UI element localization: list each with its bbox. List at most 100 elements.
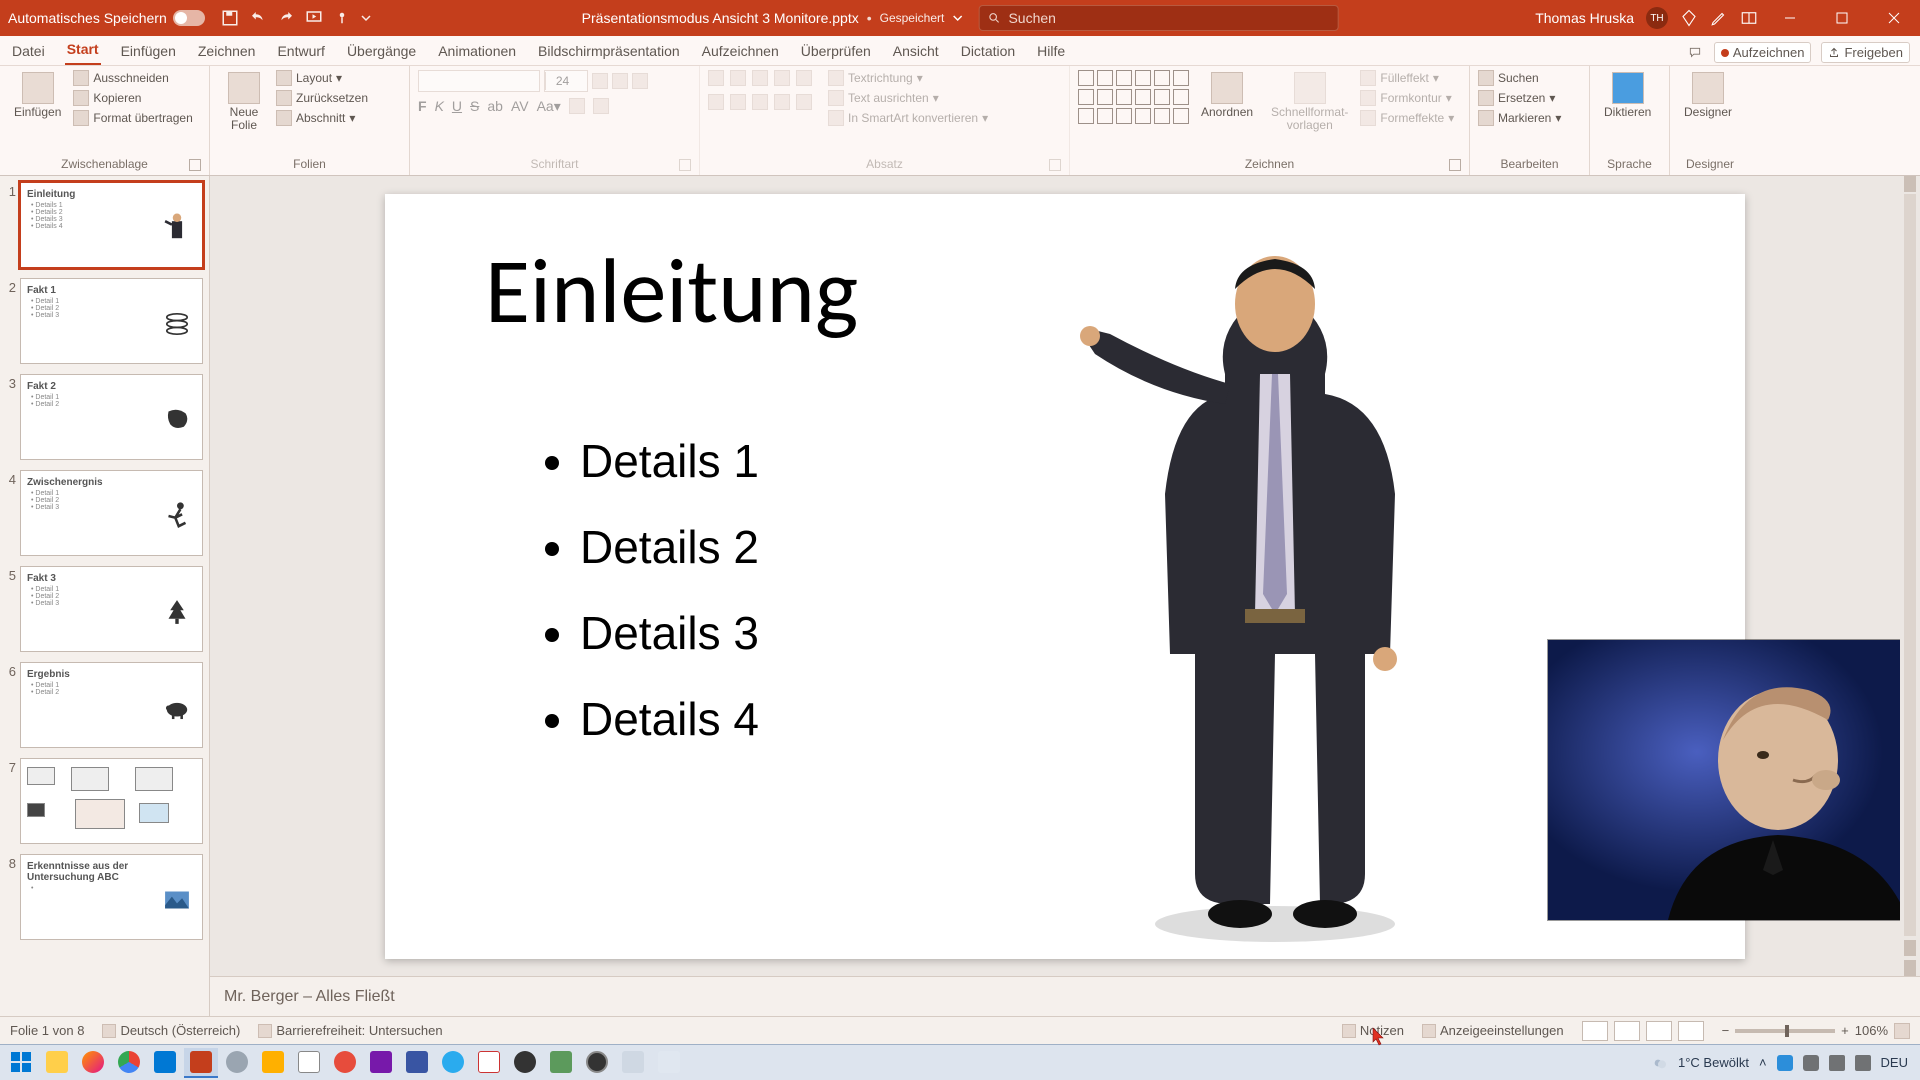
tray-app-icon[interactable]: [1803, 1055, 1819, 1071]
taskbar-app-6[interactable]: [508, 1048, 542, 1078]
taskbar-app-7[interactable]: [544, 1048, 578, 1078]
tab-aufzeichnen[interactable]: Aufzeichnen: [700, 37, 781, 65]
clear-format-icon[interactable]: [632, 73, 648, 89]
document-title[interactable]: Präsentationsmodus Ansicht 3 Monitore.pp…: [582, 10, 963, 26]
dictate-button[interactable]: Diktieren: [1598, 70, 1657, 121]
italic-button[interactable]: K: [435, 98, 444, 115]
user-avatar[interactable]: TH: [1646, 7, 1668, 29]
tab-einfuegen[interactable]: Einfügen: [119, 37, 178, 65]
diamond-icon[interactable]: [1680, 9, 1698, 27]
slide-bullet[interactable]: Details 2: [580, 520, 759, 574]
slide-bullet[interactable]: Details 3: [580, 606, 759, 660]
shape-outline-button[interactable]: Formkontur▾: [1360, 90, 1454, 106]
maximize-button[interactable]: [1822, 0, 1862, 36]
font-launcher[interactable]: [679, 159, 691, 171]
taskbar-app-8[interactable]: [580, 1048, 614, 1078]
tab-entwurf[interactable]: Entwurf: [275, 37, 326, 65]
slide-title[interactable]: Einleitung: [485, 234, 858, 347]
slide-canvas[interactable]: Einleitung Details 1Details 2Details 3De…: [210, 176, 1920, 976]
thumbnail-row[interactable]: 3Fakt 2• Detail 1• Detail 2: [2, 374, 203, 460]
scroll-down-icon[interactable]: [1904, 940, 1916, 956]
text-direction-button[interactable]: Textrichtung▾: [828, 70, 988, 86]
vertical-scrollbar[interactable]: [1900, 176, 1920, 976]
tab-start[interactable]: Start: [65, 35, 101, 65]
fit-to-window-button[interactable]: [1894, 1023, 1910, 1039]
taskbar-app-5[interactable]: [472, 1048, 506, 1078]
present-from-start-icon[interactable]: [305, 9, 323, 27]
align-right-icon[interactable]: [752, 94, 768, 110]
thumbnail-row[interactable]: 2Fakt 1• Detail 1• Detail 2• Detail 3: [2, 278, 203, 364]
change-case-button[interactable]: Aa▾: [537, 98, 561, 115]
numbering-icon[interactable]: [730, 70, 746, 86]
redo-icon[interactable]: [277, 9, 295, 27]
start-button[interactable]: [4, 1048, 38, 1078]
zoom-slider[interactable]: [1735, 1029, 1835, 1033]
thumbnail-row[interactable]: 8Erkenntnisse aus der Untersuchung ABC•: [2, 854, 203, 940]
taskbar-onenote[interactable]: [364, 1048, 398, 1078]
taskbar-app-10[interactable]: [652, 1048, 686, 1078]
taskbar-visio[interactable]: [400, 1048, 434, 1078]
touch-mode-icon[interactable]: [333, 9, 351, 27]
thumbnail-row[interactable]: 7: [2, 758, 203, 844]
bullets-icon[interactable]: [708, 70, 724, 86]
slide-counter[interactable]: Folie 1 von 8: [10, 1023, 84, 1038]
thumbnail-row[interactable]: 4Zwischenergnis• Detail 1• Detail 2• Det…: [2, 470, 203, 556]
increase-indent-icon[interactable]: [774, 70, 790, 86]
undo-icon[interactable]: [249, 9, 267, 27]
tab-hilfe[interactable]: Hilfe: [1035, 37, 1067, 65]
record-button[interactable]: Aufzeichnen: [1714, 42, 1812, 63]
taskbar-app-2[interactable]: [256, 1048, 290, 1078]
bold-button[interactable]: F: [418, 98, 427, 115]
reset-button[interactable]: Zurücksetzen: [276, 90, 368, 106]
font-size-input[interactable]: 24: [544, 70, 588, 92]
copy-button[interactable]: Kopieren: [73, 90, 192, 106]
taskbar-chrome[interactable]: [112, 1048, 146, 1078]
reading-view-button[interactable]: [1646, 1021, 1672, 1041]
increase-font-icon[interactable]: [592, 73, 608, 89]
tab-ueberpruefen[interactable]: Überprüfen: [799, 37, 873, 65]
taskbar-powerpoint[interactable]: [184, 1048, 218, 1078]
taskbar-app-4[interactable]: [328, 1048, 362, 1078]
decrease-font-icon[interactable]: [612, 73, 628, 89]
thumbnail-row[interactable]: 5Fakt 3• Detail 1• Detail 2• Detail 3: [2, 566, 203, 652]
search-input[interactable]: [1008, 10, 1329, 26]
designer-button[interactable]: Designer: [1678, 70, 1738, 121]
taskbar-file-explorer[interactable]: [40, 1048, 74, 1078]
notes-pane[interactable]: Mr. Berger – Alles Fließt: [210, 976, 1920, 1016]
taskbar-app-9[interactable]: [616, 1048, 650, 1078]
slideshow-view-button[interactable]: [1678, 1021, 1704, 1041]
qat-dropdown-icon[interactable]: [361, 9, 371, 27]
zoom-value[interactable]: 106%: [1855, 1023, 1888, 1038]
quick-styles-button[interactable]: Schnellformat- vorlagen: [1265, 70, 1354, 134]
char-spacing-button[interactable]: AV: [511, 98, 529, 115]
thumbnail-row[interactable]: 6Ergebnis• Detail 1• Detail 2: [2, 662, 203, 748]
notes-toggle[interactable]: Notizen: [1342, 1023, 1404, 1038]
taskbar-outlook[interactable]: [148, 1048, 182, 1078]
font-family-input[interactable]: [418, 70, 540, 92]
taskbar-app-3[interactable]: [292, 1048, 326, 1078]
shape-effects-button[interactable]: Formeffekte▾: [1360, 110, 1454, 126]
tab-animationen[interactable]: Animationen: [436, 37, 518, 65]
tab-datei[interactable]: Datei: [10, 37, 47, 65]
tab-dictation[interactable]: Dictation: [959, 37, 1017, 65]
justify-icon[interactable]: [774, 94, 790, 110]
language-button[interactable]: Deutsch (Österreich): [102, 1023, 240, 1038]
tab-bildschirmpraesentation[interactable]: Bildschirmpräsentation: [536, 37, 682, 65]
section-button[interactable]: Abschnitt▾: [276, 110, 368, 126]
current-slide[interactable]: Einleitung Details 1Details 2Details 3De…: [385, 194, 1745, 959]
shape-fill-button[interactable]: Fülleffekt▾: [1360, 70, 1454, 86]
layout-button[interactable]: Layout▾: [276, 70, 368, 86]
slide-bullet-list[interactable]: Details 1Details 2Details 3Details 4: [540, 434, 759, 778]
accessibility-button[interactable]: Barrierefreiheit: Untersuchen: [258, 1023, 442, 1038]
taskbar-firefox[interactable]: [76, 1048, 110, 1078]
tray-chevron-up-icon[interactable]: ˄: [1759, 1055, 1767, 1070]
search-box[interactable]: [978, 5, 1338, 31]
strike-button[interactable]: S: [470, 98, 479, 115]
drawing-launcher[interactable]: [1449, 159, 1461, 171]
columns-icon[interactable]: [796, 94, 812, 110]
zoom-out-button[interactable]: −: [1722, 1023, 1730, 1038]
cut-button[interactable]: Ausschneiden: [73, 70, 192, 86]
decrease-indent-icon[interactable]: [752, 70, 768, 86]
weather-icon[interactable]: [1652, 1055, 1668, 1071]
share-button[interactable]: Freigeben: [1821, 42, 1910, 63]
